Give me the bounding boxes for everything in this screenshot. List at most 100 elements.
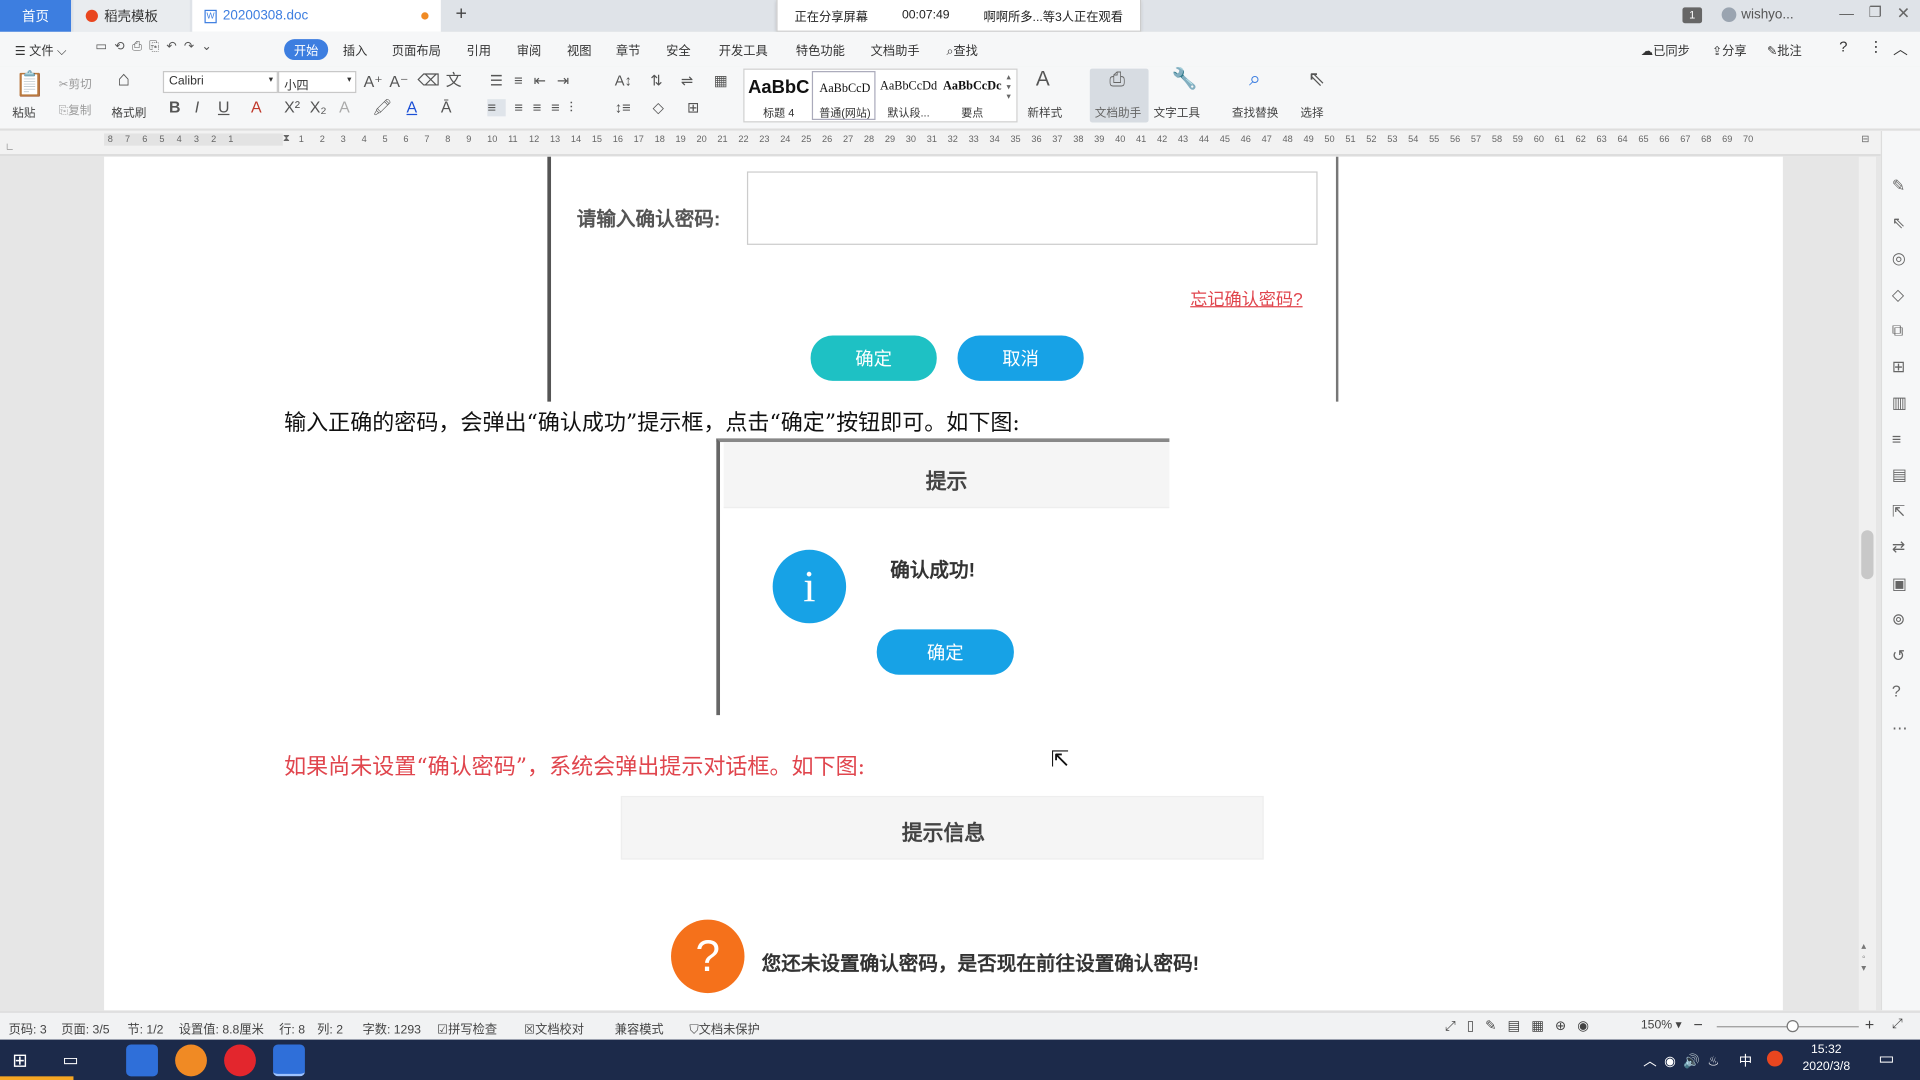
indent-marker-icon[interactable]: ⧗	[283, 132, 290, 144]
apps-icon[interactable]: ⊞	[1892, 348, 1908, 384]
comment-button[interactable]: ✎批注	[1767, 40, 1802, 58]
format-painter-icon[interactable]: ⌂	[118, 69, 131, 90]
word-count[interactable]: 字数: 1293	[362, 1019, 421, 1037]
highlight-icon[interactable]: 🖍	[372, 99, 392, 116]
search-menu[interactable]: ⌕查找	[947, 40, 978, 58]
shading-icon[interactable]: ◇	[653, 99, 664, 116]
wps-writer-icon[interactable]	[126, 1044, 158, 1077]
menu-layout[interactable]: 页面布局	[392, 40, 441, 58]
subscript-icon[interactable]: X₂	[310, 99, 327, 116]
view-mode-icons[interactable]: ⤢▯✎▤▦⊕◉	[1445, 1018, 1600, 1035]
pen-icon[interactable]: ✎	[1892, 168, 1908, 204]
close-icon[interactable]: ✕	[1897, 4, 1910, 24]
text-direction-icon[interactable]: A↕	[615, 72, 632, 89]
clear-format-icon[interactable]: ⌫	[418, 72, 441, 89]
paste-button[interactable]: 粘贴	[12, 103, 35, 120]
zoom-slider-thumb[interactable]	[1786, 1020, 1799, 1033]
wrench-icon[interactable]: 🔧	[1172, 69, 1198, 90]
menu-chapter[interactable]: 章节	[616, 40, 640, 58]
menu-assistant[interactable]: 文档助手	[871, 40, 920, 58]
menu-view[interactable]: 视图	[567, 40, 591, 58]
cut-button[interactable]: ✂剪切	[59, 75, 92, 91]
new-tab-button[interactable]: +	[456, 4, 467, 26]
new-style-icon[interactable]: A	[1036, 69, 1050, 90]
meeting-app-icon[interactable]	[273, 1044, 305, 1077]
tray-icons[interactable]: ︿◉🔊♨	[1643, 1051, 1726, 1071]
zoom-select[interactable]: 150% ▾	[1641, 1019, 1682, 1032]
sidebar-tools[interactable]: ✎ ⇖ ◎ ◇ ⧉ ⊞ ▥ ≡ ▤ ⇱ ⇄ ▣ ⊚ ↺ ? ⋯	[1892, 168, 1908, 746]
font-family-select[interactable]: Calibri ▾	[162, 71, 278, 94]
ime-indicator[interactable]: 中	[1739, 1051, 1752, 1071]
style-default-paragraph[interactable]: AaBbCcDd 默认段...	[877, 70, 941, 121]
zoom-out-icon[interactable]: −	[1693, 1015, 1702, 1033]
task-view-icon[interactable]: ▭	[62, 1049, 78, 1070]
quick-access-icons[interactable]: ▭⟲⎙⎘↶↷⌄	[96, 40, 220, 53]
menu-insert[interactable]: 插入	[343, 40, 367, 58]
copy-button[interactable]: ⎘复制	[59, 100, 92, 117]
fullscreen-icon[interactable]: ⤢	[1892, 1016, 1903, 1032]
align-left-icon[interactable]: ≡	[487, 99, 506, 117]
page-nav-icons[interactable]: ▴ ◦ ▾	[1861, 940, 1866, 973]
help-icon[interactable]: ?	[1839, 38, 1847, 55]
format-painter-button[interactable]: 格式刷	[111, 103, 146, 120]
horizontal-ruler[interactable]: ∟ 87654321 ⧗ 1 2 3 4 5 6 7 8 9 10 11 12 13 14 15 16 17 18…	[0, 131, 1881, 156]
gallery-icon[interactable]: ▤	[1892, 457, 1908, 493]
strikethrough-icon[interactable]: A	[251, 99, 262, 116]
gallery-scroll-icon[interactable]: ▴ ▾ ▾	[1007, 72, 1011, 101]
clock[interactable]: 15:32 2020/3/8	[1802, 1042, 1850, 1076]
vertical-scrollbar[interactable]: ▴ ◦ ▾	[1858, 156, 1876, 1011]
font-color-icon[interactable]: A	[407, 99, 418, 116]
text-tools-button[interactable]: 文字工具	[1153, 103, 1200, 120]
sort-icon[interactable]: ⇅	[650, 72, 662, 89]
border-icon[interactable]: ⊞	[687, 99, 699, 116]
menu-dev-tools[interactable]: 开发工具	[719, 40, 768, 58]
sync-status[interactable]: ☁已同步	[1641, 40, 1690, 58]
pointer-icon[interactable]: ⇖	[1892, 204, 1908, 240]
align-icons[interactable]: ≡≡≡⫶	[514, 99, 583, 116]
style-normal-web[interactable]: AaBbCcD 普通(网站)	[811, 71, 876, 121]
netease-music-icon[interactable]	[224, 1044, 256, 1077]
menu-start[interactable]: 开始	[284, 39, 329, 61]
question-help-icon[interactable]: ?	[1892, 673, 1908, 709]
tab-template[interactable]: 稻壳模板	[73, 0, 190, 32]
tab-home[interactable]: 首页	[0, 0, 72, 32]
table-icon[interactable]: ▦	[714, 72, 728, 89]
magnifier-icon[interactable]: ⌕	[1249, 69, 1261, 90]
zoom-in-icon[interactable]: +	[1865, 1015, 1874, 1033]
backup-icon[interactable]: ⊚	[1892, 601, 1908, 637]
menu-security[interactable]: 安全	[666, 40, 690, 58]
file-menu[interactable]: ☰ 文件 ⌵	[15, 40, 67, 58]
menu-lines-icon[interactable]: ≡	[1892, 421, 1908, 457]
menu-review[interactable]: 审阅	[517, 40, 541, 58]
layers-icon[interactable]: ⧉	[1892, 312, 1908, 348]
italic-icon[interactable]: I	[195, 99, 199, 116]
export-icon[interactable]: ⇱	[1892, 493, 1908, 529]
select-button[interactable]: 选择	[1300, 103, 1323, 120]
spell-check-button[interactable]: ☑拼写检查	[437, 1019, 497, 1037]
more-tools-icon[interactable]: ⋯	[1892, 710, 1908, 746]
translate-icon[interactable]: ⇄	[1892, 529, 1908, 565]
more-icon[interactable]: ⋮	[1869, 38, 1884, 55]
new-style-button[interactable]: 新样式	[1027, 103, 1062, 120]
style-heading4[interactable]: AaBbC 标题 4	[747, 70, 811, 121]
char-shading-icon[interactable]: Ā	[441, 99, 452, 116]
sogou-icon[interactable]	[1766, 1050, 1783, 1067]
list-indent-icons[interactable]: ☰≡⇤⇥	[490, 72, 580, 89]
ruler-toggle-icon[interactable]: ⊟	[1861, 133, 1869, 144]
text-effect-icon[interactable]: A	[339, 99, 350, 116]
shapes-icon[interactable]: ◇	[1892, 276, 1908, 312]
tab-document[interactable]: W 20200308.doc	[192, 0, 441, 32]
image-icon[interactable]: ▣	[1892, 565, 1908, 601]
style-gallery[interactable]: AaBbC 标题 4 AaBbCcD 普通(网站) AaBbCcDd 默认段..…	[743, 68, 1018, 123]
protection-button[interactable]: ⛉文档未保护	[689, 1019, 759, 1037]
scroll-thumb[interactable]	[1861, 530, 1874, 580]
menu-reference[interactable]: 引用	[467, 40, 491, 58]
collapse-ribbon-icon[interactable]: ︿	[1893, 38, 1908, 59]
grow-font-icon[interactable]: A⁺	[364, 73, 383, 90]
windows-start-icon[interactable]: ⊞	[12, 1049, 27, 1072]
notification-icon[interactable]: ▭	[1878, 1048, 1894, 1069]
menu-special[interactable]: 特色功能	[796, 40, 845, 58]
line-spacing-icon[interactable]: ↕≡	[615, 99, 631, 116]
underline-icon[interactable]: U	[218, 99, 229, 116]
restore-icon[interactable]: ❐	[1869, 4, 1882, 21]
